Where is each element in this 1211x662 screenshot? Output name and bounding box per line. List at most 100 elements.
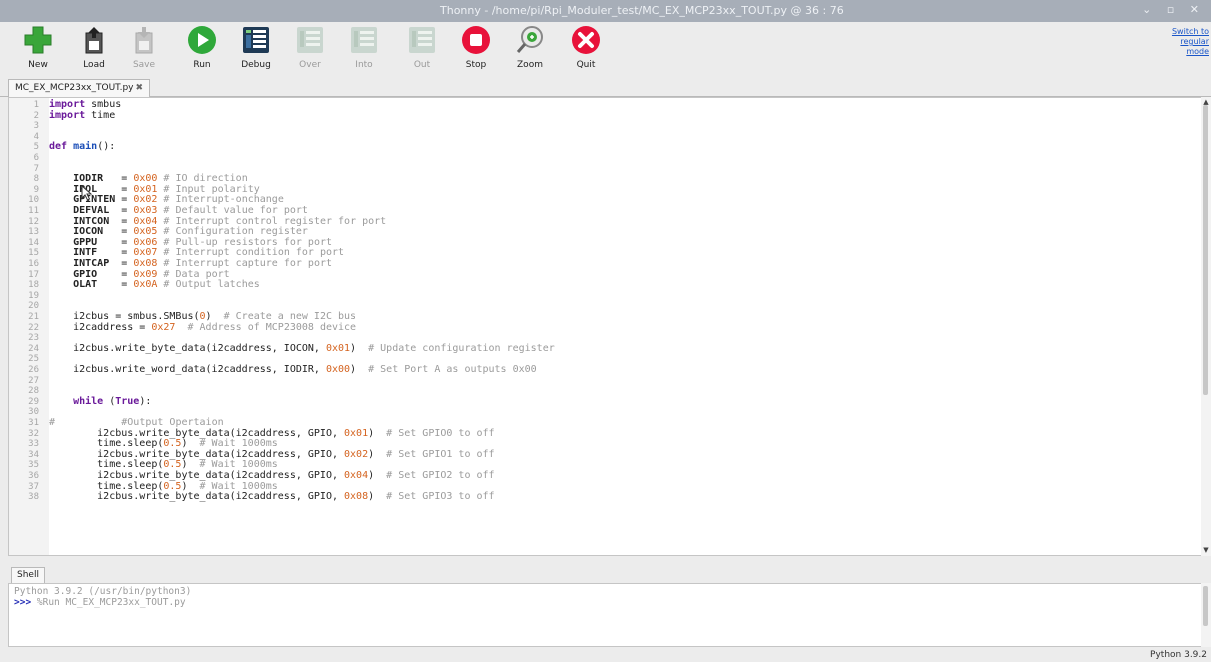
code-token: # Set GPIO1 to off (386, 448, 495, 460)
editor-scrollbar[interactable]: ▲ ▼ (1201, 97, 1211, 556)
line-number: 19 (28, 290, 39, 301)
line-number: 36 (28, 471, 39, 481)
step-over-icon (297, 27, 323, 53)
save-button[interactable]: Save (120, 22, 168, 76)
shell-banner: Python 3.9.2 (/usr/bin/python3) (14, 586, 192, 597)
step-over-button[interactable]: Over (286, 22, 334, 76)
debug-icon (243, 27, 269, 53)
quit-label: Quit (576, 60, 596, 70)
code-line[interactable]: while (True): (49, 396, 151, 408)
code-token: # Wait 1000ms (199, 480, 278, 492)
line-number: 9 (33, 184, 39, 195)
code-line[interactable]: i2caddress = 0x27 # Address of MCP23008 … (49, 322, 356, 334)
code-line[interactable]: import time (49, 109, 116, 122)
code-token: = (97, 268, 134, 280)
scroll-down-arrow[interactable]: ▼ (1202, 546, 1210, 554)
line-number: 28 (28, 386, 39, 397)
load-button[interactable]: Load (70, 22, 118, 76)
line-number: 35 (28, 460, 39, 471)
code-token: # Set GPIO0 to off (386, 427, 495, 439)
code-token: 0x01 (344, 427, 369, 439)
code-token: IODIR (73, 173, 104, 185)
code-token: # Interrupt capture for port (157, 258, 333, 269)
interpreter-version[interactable]: Python 3.9.2 (1150, 650, 1207, 660)
code-token: def (49, 141, 68, 153)
shell-tab[interactable]: Shell (11, 567, 45, 584)
code-token: time (85, 109, 116, 121)
file-tab-label: MC_EX_MCP23xx_TOUT.py (15, 83, 134, 93)
debug-label: Debug (241, 60, 271, 70)
code-token: 0.5 (163, 438, 182, 450)
code-token: GPPU (73, 236, 98, 248)
switch-mode-link[interactable]: Switch to regular mode (1165, 27, 1209, 57)
window-title: Thonny - /home/pi/Rpi_Moduler_test/MC_EX… (440, 4, 844, 17)
code-editor[interactable]: 1 2 3 4 5 6 7 8 9 10 11 12 13 14 15 16 17 18 19 20 21 22 23 24 2… (8, 97, 1203, 556)
line-number: 12 (28, 216, 39, 227)
code-token: 0x0A (133, 279, 158, 291)
new-button[interactable]: New (14, 22, 62, 76)
quit-button[interactable]: Quit (562, 22, 610, 76)
switch-mode-line3: mode (1186, 47, 1209, 56)
shell-scrollbar-thumb[interactable] (1203, 586, 1208, 626)
code-token: DEFVAL (73, 205, 110, 216)
code-line[interactable]: i2cbus.write_byte_data(i2caddress, GPIO,… (49, 491, 494, 503)
code-token: GPINTEN (73, 194, 116, 206)
code-line[interactable]: OLAT = 0x0A # Output latches (49, 279, 260, 291)
window-controls[interactable]: ⌄ ▫ ✕ (1142, 3, 1205, 16)
code-token: i2cbus.write_word_data(i2caddress, IODIR… (49, 364, 326, 375)
line-number: 26 (28, 365, 39, 375)
code-token: # Interrupt-onchange (157, 194, 284, 206)
shell-panel[interactable]: Python 3.9.2 (/usr/bin/python3) >>> %Run… (8, 583, 1203, 647)
code-token: 0x04 (133, 215, 158, 227)
mouse-pointer-icon (81, 185, 93, 201)
code-token: main (73, 141, 98, 153)
code-token: = (103, 173, 134, 185)
code-token: 0x05 (133, 226, 158, 238)
load-icon (85, 27, 103, 54)
line-number: 27 (28, 375, 39, 386)
code-token: import (49, 109, 86, 121)
line-number-gutter: 1 2 3 4 5 6 7 8 9 10 11 12 13 14 15 16 17 18 19 20 21 22 23 24 2… (9, 98, 49, 555)
line-number: 17 (28, 269, 39, 280)
zoom-button[interactable]: Zoom (506, 22, 554, 76)
code-token: 0x09 (133, 268, 158, 280)
code-token: 0x01 (325, 342, 351, 354)
code-token: ) (350, 364, 369, 375)
code-token: # Data port (157, 268, 230, 280)
shell-command-line: >>> %Run MC_EX_MCP23xx_TOUT.py (14, 597, 186, 608)
code-line[interactable]: def main(): (49, 142, 115, 153)
editor-file-tab[interactable]: MC_EX_MCP23xx_TOUT.py ✖ (8, 79, 151, 97)
code-line[interactable]: i2cbus.write_word_data(i2caddress, IODIR… (49, 364, 537, 376)
code-token: # Set Port A as outputs 0x00 (368, 364, 537, 375)
line-number: 32 (28, 428, 39, 439)
close-tab-icon[interactable]: ✖ (135, 83, 143, 93)
line-number: 22 (28, 322, 39, 333)
code-token: time.sleep( (49, 438, 164, 450)
debug-button[interactable]: Debug (232, 22, 280, 76)
code-token: time.sleep( (49, 480, 164, 492)
code-token: # Create a new I2C bus (223, 311, 357, 322)
code-token: # Wait 1000ms (199, 459, 278, 471)
line-number: 4 (33, 131, 39, 142)
stop-button[interactable]: Stop (452, 22, 500, 76)
shell-scrollbar[interactable] (1201, 583, 1211, 647)
code-line[interactable]: i2cbus.write_byte_data(i2caddress, IOCON… (49, 342, 555, 355)
new-icon (24, 26, 52, 54)
step-out-button[interactable]: Out (398, 22, 446, 76)
code-token: # Input polarity (157, 183, 260, 195)
code-token: 0x06 (133, 236, 158, 248)
line-number: 37 (28, 481, 39, 492)
code-token: #Output Opertaion (121, 417, 224, 428)
step-into-button[interactable]: Into (340, 22, 388, 76)
line-number: 18 (28, 280, 39, 291)
zoom-label: Zoom (517, 60, 543, 70)
step-into-icon (351, 27, 377, 53)
line-number: 6 (33, 153, 39, 163)
code-token: 0x04 (344, 470, 369, 481)
run-button[interactable]: Run (178, 22, 226, 76)
scrollbar-thumb[interactable] (1203, 105, 1208, 395)
